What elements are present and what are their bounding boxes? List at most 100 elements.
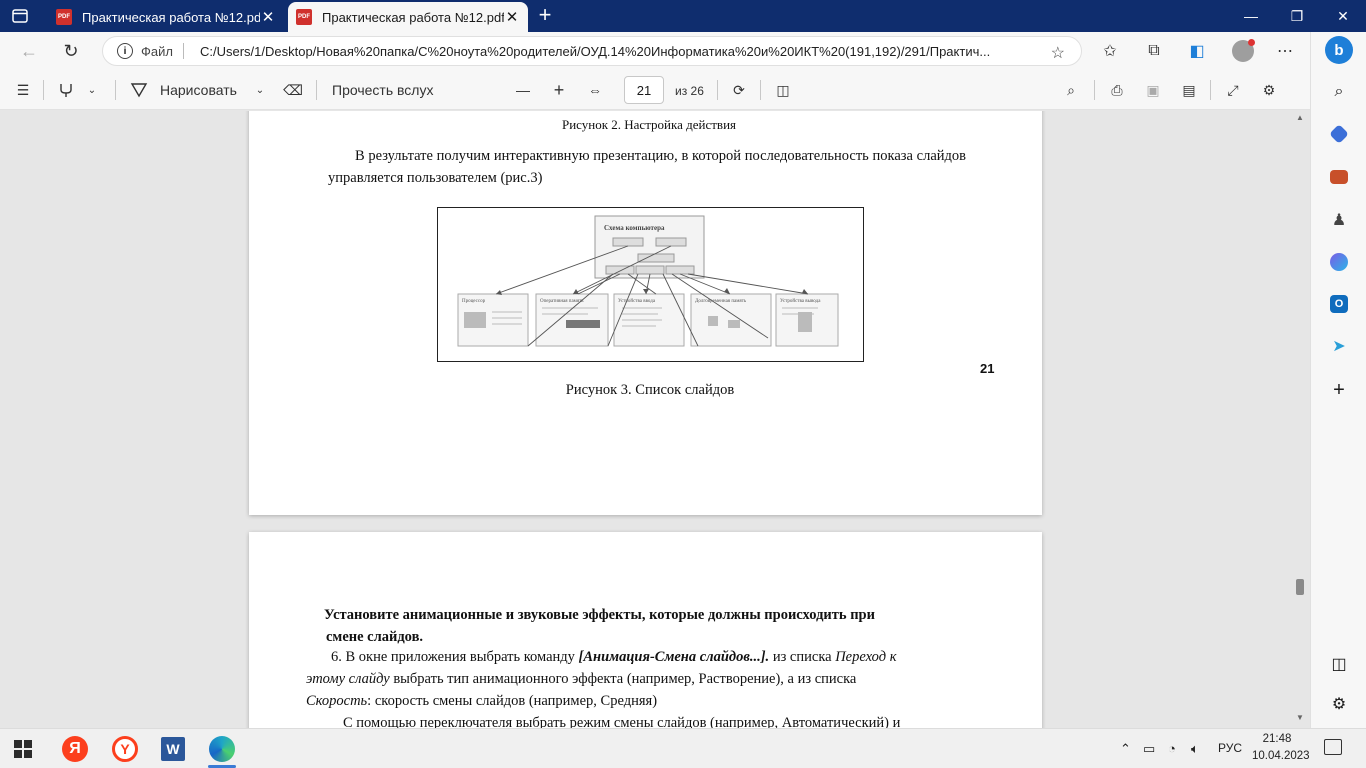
tab-title: Практическая работа №12.pdf [82, 9, 260, 25]
figure-slide-title: Долговременная память [695, 299, 747, 304]
draw-button[interactable]: Нарисовать [130, 78, 240, 102]
step-prefix: 6. В окне приложения выбрать команду [331, 649, 579, 665]
avatar [1232, 39, 1255, 62]
save-icon[interactable]: ▣ [1142, 78, 1164, 102]
refresh-button[interactable]: ↻ [58, 39, 84, 63]
zoom-out-icon[interactable]: — [512, 78, 534, 102]
heading-line-1: Установите анимационные и звуковые эффек… [324, 607, 875, 623]
draw-icon [130, 83, 148, 98]
pdf-icon: PDF [296, 9, 312, 25]
minimize-button[interactable]: — [1228, 0, 1274, 32]
vertical-scrollbar[interactable]: ▲ ▼ [1292, 111, 1308, 728]
games-icon[interactable]: ♟ [1327, 208, 1351, 232]
fullscreen-icon[interactable]: ⤢ [1222, 78, 1244, 102]
print-icon[interactable]: ⎙ [1106, 78, 1128, 102]
telegram-icon[interactable]: ➤ [1327, 334, 1351, 358]
tools-icon[interactable] [1327, 165, 1351, 189]
tab-active[interactable]: PDF Практическая работа №12.pdf ✕ [288, 2, 528, 32]
start-button[interactable] [8, 735, 38, 763]
document-viewport[interactable]: Рисунок 2. Настройка действия В результа… [0, 111, 1310, 728]
tab-actions-icon [12, 9, 28, 23]
figure-slide-title: Оперативная память [540, 299, 584, 304]
step-text: : скорость смены слайдов (например, Сред… [367, 693, 658, 709]
split-screen-icon[interactable]: ◫ [1327, 652, 1351, 676]
pdf-settings-icon[interactable]: ⚙ [1258, 78, 1280, 102]
step-command: [Анимация-Смена слайдов...]. [578, 649, 770, 665]
yandex-app-button[interactable]: Я [60, 735, 90, 763]
back-button[interactable]: ← [16, 39, 42, 63]
scroll-up-arrow[interactable]: ▲ [1295, 113, 1305, 123]
more-menu-icon[interactable]: ⋯ [1274, 40, 1296, 62]
bing-chat-button[interactable]: b [1325, 36, 1353, 64]
clock-time: 21:48 [1262, 733, 1292, 745]
word-button[interactable]: W [158, 735, 188, 763]
fit-to-width-icon[interactable]: ⇔ [584, 78, 606, 102]
toolbar-divider [717, 80, 718, 100]
word-icon: W [161, 737, 185, 761]
figure-3-caption: Рисунок 3. Список слайдов [565, 382, 735, 398]
scroll-down-arrow[interactable]: ▼ [1295, 713, 1305, 723]
wifi-icon[interactable]: ◔ [1168, 741, 1176, 756]
windows-icon [14, 740, 32, 758]
save-as-icon[interactable]: ▤ [1178, 78, 1200, 102]
profile-button[interactable] [1232, 39, 1255, 62]
add-sidebar-app-icon[interactable]: + [1327, 378, 1351, 402]
close-tab-icon[interactable]: ✕ [504, 8, 520, 26]
yandex-icon: Я [62, 736, 88, 762]
clock[interactable]: 21:48 10.04.2023 [1252, 731, 1310, 765]
scroll-thumb[interactable] [1296, 579, 1304, 595]
notifications-icon[interactable] [1324, 739, 1342, 755]
pdf-icon: PDF [56, 9, 72, 25]
pdf-page-22: Установите анимационные и звуковые эффек… [249, 532, 1042, 728]
restore-button[interactable]: ❐ [1274, 0, 1320, 32]
edge-button[interactable] [207, 735, 237, 763]
close-window-button[interactable]: ✕ [1320, 0, 1366, 32]
url-text[interactable]: C:/Users/1/Desktop/Новая%20папка/С%20ноу… [200, 44, 1042, 59]
address-bar: ← ↻ i Файл C:/Users/1/Desktop/Новая%20па… [0, 32, 1310, 70]
page-view-icon[interactable]: ◫ [772, 78, 794, 102]
chevron-up-icon[interactable]: ⌃ [1120, 741, 1131, 757]
yandex-browser-icon: Y [112, 736, 138, 762]
shopping-tag-icon[interactable] [1327, 122, 1351, 146]
add-favorite-icon[interactable]: ☆ [1051, 43, 1065, 63]
figure-3-image: Схема компьютера Процессор Оперативная п… [437, 207, 864, 362]
volume-icon[interactable]: 🔈︎ [1191, 741, 1199, 757]
edge-sidebar: b ⌕ ♟ O ➤ + ◫ ⚙ [1310, 32, 1366, 728]
pdf-page-21: Рисунок 2. Настройка действия В результа… [249, 111, 1042, 515]
collections-icon[interactable]: ⧉ [1143, 40, 1165, 62]
search-icon[interactable]: ⌕ [1060, 78, 1082, 102]
zoom-in-icon[interactable]: + [548, 78, 570, 102]
page-number-input[interactable]: 21 [624, 76, 664, 104]
read-aloud-button[interactable]: Прочесть вслух [332, 78, 436, 102]
eraser-icon[interactable]: ⌫ [282, 78, 304, 102]
battery-icon[interactable]: ▭ [1143, 741, 1155, 757]
new-tab-button[interactable]: + [534, 4, 556, 26]
yandex-browser-button[interactable]: Y [110, 735, 140, 763]
microsoft365-icon[interactable] [1327, 250, 1351, 274]
contents-icon[interactable]: ☰ [12, 78, 34, 102]
url-box[interactable]: i Файл C:/Users/1/Desktop/Новая%20папка/… [102, 36, 1082, 66]
step-list-name: Скорость [306, 693, 368, 709]
tab-inactive[interactable]: PDF Практическая работа №12.pdf ✕ [48, 2, 284, 32]
chevron-down-icon[interactable]: ⌄ [252, 78, 268, 102]
highlight-icon[interactable] [56, 78, 76, 102]
toolbar-divider [1210, 80, 1211, 100]
language-indicator[interactable]: РУС [1218, 741, 1242, 755]
heading-line-2: смене слайдов. [326, 629, 424, 645]
edge-extension-icon[interactable]: ◧ [1186, 40, 1208, 62]
chevron-down-icon[interactable]: ⌄ [84, 78, 100, 102]
url-scheme-label: Файл [141, 43, 173, 59]
outlook-icon[interactable]: O [1327, 292, 1351, 316]
figure-slide-title: Процессор [462, 299, 486, 304]
info-icon[interactable]: i [117, 43, 133, 59]
favorites-icon[interactable]: ✩ [1099, 40, 1121, 62]
sidebar-search-icon[interactable]: ⌕ [1327, 80, 1351, 104]
rotate-icon[interactable]: ⟳ [728, 78, 750, 102]
tab-actions-menu-button[interactable] [8, 5, 32, 27]
toolbar-divider [115, 80, 116, 100]
section-heading: Установите анимационные и звуковые эффек… [324, 604, 984, 648]
page-total: из 26 [675, 84, 704, 98]
close-tab-icon[interactable]: ✕ [260, 8, 276, 26]
bing-icon: b [1325, 36, 1353, 64]
sidebar-settings-icon[interactable]: ⚙ [1327, 692, 1351, 716]
